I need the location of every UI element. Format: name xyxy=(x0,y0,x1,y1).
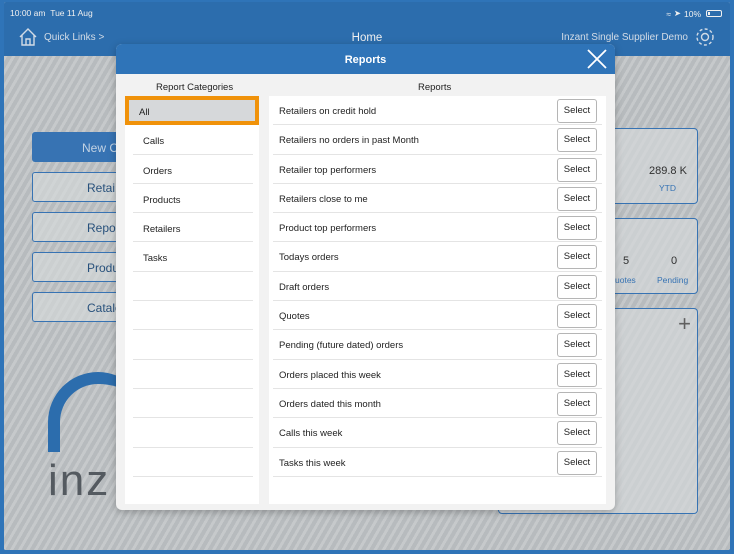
report-label: Calls this week xyxy=(279,428,343,440)
category-empty-row xyxy=(133,301,253,331)
report-row: Retailers on credit hold Select xyxy=(273,96,602,126)
report-row: Todays orders Select xyxy=(273,242,602,272)
reports-header: Reports xyxy=(418,82,452,93)
close-icon xyxy=(587,49,607,69)
select-report-button[interactable]: Select xyxy=(557,421,597,446)
report-row: Calls this week Select xyxy=(273,418,602,448)
modal-title: Reports xyxy=(344,54,387,66)
select-report-button[interactable]: Select xyxy=(557,450,597,475)
categories-header: Report Categories xyxy=(156,82,234,93)
category-products[interactable]: Products xyxy=(133,184,253,214)
report-label: Todays orders xyxy=(279,252,339,264)
category-empty-row xyxy=(133,418,253,448)
category-tasks[interactable]: Tasks xyxy=(133,242,253,272)
report-label: Retailers on credit hold xyxy=(279,106,377,117)
report-row: Quotes Select xyxy=(273,301,602,331)
select-report-button[interactable]: Select xyxy=(557,362,597,387)
category-empty-row xyxy=(133,389,253,419)
report-label: Pending (future dated) orders xyxy=(279,340,404,352)
category-empty-row xyxy=(133,448,253,477)
category-empty-row xyxy=(133,272,253,302)
report-row: Tasks this week Select xyxy=(273,448,602,477)
report-label: Tasks this week xyxy=(279,457,346,469)
report-label: Product top performers xyxy=(279,223,377,235)
select-report-button[interactable]: Select xyxy=(557,216,597,241)
select-report-button[interactable]: Select xyxy=(557,391,597,416)
category-calls[interactable]: Calls xyxy=(133,125,253,155)
category-empty-row xyxy=(133,330,253,360)
app-screen: 10:00 am Tue 11 Aug ≈ ➤ 10% Quick Links … xyxy=(4,2,730,550)
category-retailers[interactable]: Retailers xyxy=(133,213,253,243)
report-label: Retailer top performers xyxy=(279,164,377,176)
report-row: Orders dated this month Select xyxy=(273,389,602,419)
report-label: Retailers close to me xyxy=(279,193,368,205)
report-label: Quotes xyxy=(279,311,310,323)
select-report-button[interactable]: Select xyxy=(557,304,597,329)
report-row: Retailers close to me Select xyxy=(273,184,602,214)
report-list: Retailers on credit hold Select Retailers … xyxy=(269,96,606,504)
report-label: Orders dated this month xyxy=(279,398,381,410)
category-list: All Calls Orders Products Retailers Task… xyxy=(125,96,259,504)
category-empty-row xyxy=(133,360,253,389)
report-label: Draft orders xyxy=(279,281,330,293)
select-report-button[interactable]: Select xyxy=(557,99,597,123)
reports-modal: Reports Report Categories Reports All Ca… xyxy=(116,44,615,510)
select-report-button[interactable]: Select xyxy=(557,128,597,153)
report-row: Product top performers Select xyxy=(273,213,602,243)
report-label: Orders placed this week xyxy=(279,369,381,381)
select-report-button[interactable]: Select xyxy=(557,274,597,299)
category-orders[interactable]: Orders xyxy=(133,155,253,184)
select-report-button[interactable]: Select xyxy=(557,157,597,182)
category-all[interactable]: All xyxy=(125,96,259,126)
report-row: Retailer top performers Select xyxy=(273,155,602,184)
modal-header: Reports xyxy=(116,44,615,74)
select-report-button[interactable]: Select xyxy=(557,245,597,270)
report-row: Pending (future dated) orders Select xyxy=(273,330,602,360)
report-label: Retailers no orders in past Month xyxy=(279,135,419,147)
report-row: Orders placed this week Select xyxy=(273,360,602,389)
select-report-button[interactable]: Select xyxy=(557,186,597,211)
report-row: Retailers no orders in past Month Select xyxy=(273,125,602,155)
select-report-button[interactable]: Select xyxy=(557,333,597,358)
close-button[interactable] xyxy=(585,47,609,71)
report-row: Draft orders Select xyxy=(273,272,602,302)
